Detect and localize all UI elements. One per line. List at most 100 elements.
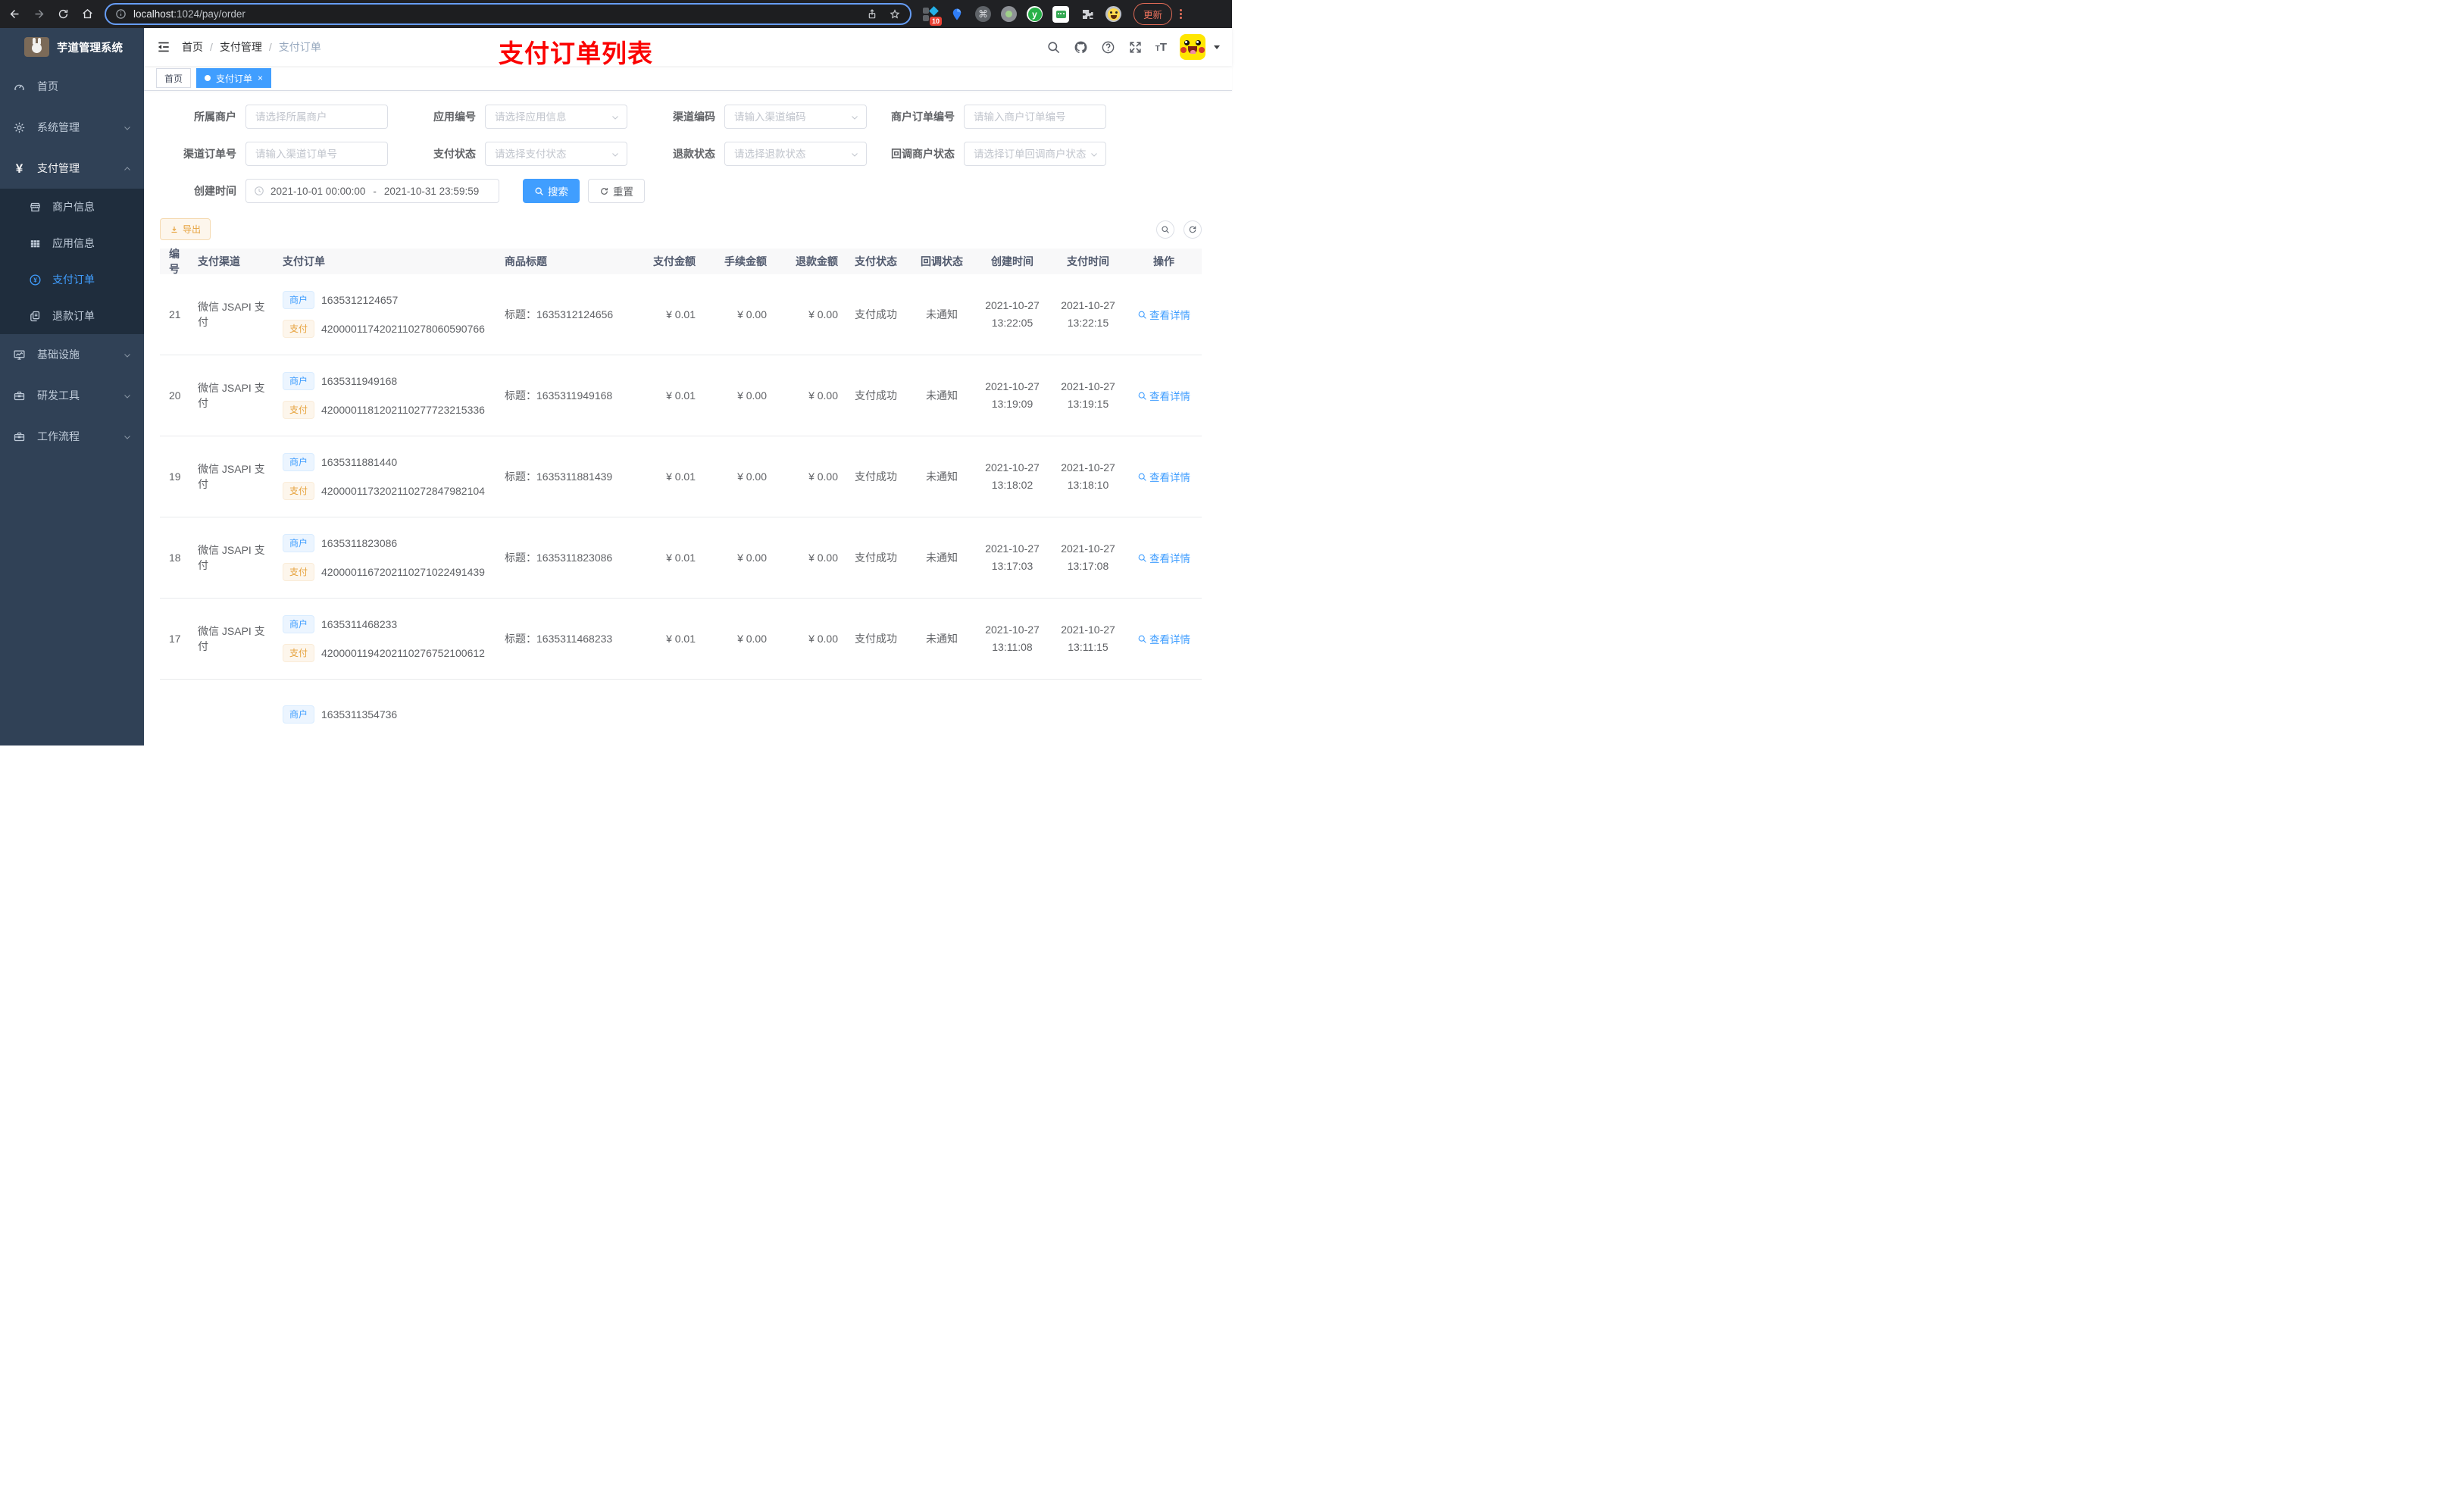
search-button[interactable]: 搜索 — [523, 179, 580, 203]
merchant-order-no-input[interactable] — [964, 105, 1106, 129]
sidebar-item-system[interactable]: 系统管理 — [0, 107, 144, 148]
breadcrumb-payment[interactable]: 支付管理 — [220, 39, 262, 55]
tab-home[interactable]: 首页 — [156, 68, 192, 88]
cell-amount: ¥ 0.01 — [666, 552, 696, 564]
toggle-search-button[interactable] — [1156, 220, 1174, 239]
cell-actions: 查看详情 — [1126, 388, 1202, 403]
filter-label-channel-order-no: 渠道订单号 — [183, 148, 236, 160]
export-button[interactable]: 导出 — [160, 218, 211, 240]
collapse-sidebar-icon[interactable] — [156, 39, 171, 55]
notify-status-field[interactable] — [965, 142, 1105, 165]
top-navbar: 首页 / 支付管理 / 支付订单 支付订单列表 TT — [144, 28, 1232, 67]
channel-order-no-field[interactable] — [246, 142, 387, 165]
sidebar-item-pay-order[interactable]: ¥ 支付订单 — [0, 261, 144, 298]
sidebar-item-refund-order[interactable]: 退款订单 — [0, 298, 144, 334]
pay-status-select[interactable] — [485, 142, 627, 166]
col-header-title: 商品标题 — [505, 255, 547, 267]
refund-status-field[interactable] — [725, 142, 866, 165]
cell-refund: ¥ 0.00 — [808, 633, 838, 645]
col-header-amount: 支付金额 — [653, 255, 696, 267]
url-host: localhost — [133, 8, 174, 20]
browser-menu-icon[interactable] — [1178, 8, 1183, 20]
url-bar[interactable]: localhost:1024/pay/order — [105, 3, 911, 25]
filter-label-create-time: 创建时间 — [194, 185, 236, 197]
fullscreen-icon[interactable] — [1128, 40, 1143, 55]
briefcase-icon — [13, 430, 26, 443]
sidebar-item-merchant-info[interactable]: 商户信息 — [0, 189, 144, 225]
sidebar-item-workflow[interactable]: 工作流程 — [0, 416, 144, 457]
cell-channel: 微信 JSAPI 支付 — [198, 382, 265, 409]
channel-order-no-input[interactable] — [245, 142, 388, 166]
app-select-field[interactable] — [486, 105, 627, 128]
font-size-icon[interactable]: TT — [1155, 41, 1167, 54]
cell-created: 2021-10-27 13:19:09 — [985, 380, 1040, 410]
help-icon[interactable] — [1101, 40, 1115, 55]
merchant-input-field[interactable] — [246, 105, 387, 128]
refresh-button[interactable] — [1184, 220, 1202, 239]
avatar-caret-icon[interactable] — [1214, 45, 1220, 49]
extensions-puzzle-icon[interactable] — [1079, 6, 1096, 23]
cell-paytime: 2021-10-27 13:11:15 — [1061, 624, 1115, 653]
col-header-refund: 退款金额 — [796, 255, 838, 267]
extension-command-icon[interactable]: ⌘ — [975, 6, 991, 22]
pay-no: 4200001194202110276752100612 — [321, 647, 485, 659]
col-header-created: 创建时间 — [991, 255, 1033, 267]
browser-back-icon[interactable] — [8, 8, 21, 21]
update-button[interactable]: 更新 — [1134, 3, 1173, 25]
merchant-order-no-field[interactable] — [965, 105, 1105, 128]
sidebar-item-payment[interactable]: ¥ 支付管理 — [0, 148, 144, 189]
view-detail-link[interactable]: 查看详情 — [1137, 631, 1190, 646]
browser-home-icon[interactable] — [80, 8, 94, 21]
app-logo[interactable]: 芋道管理系统 — [0, 28, 144, 66]
url-path: :1024/pay/order — [174, 8, 245, 20]
col-header-actions: 操作 — [1153, 255, 1174, 267]
share-icon[interactable] — [866, 8, 878, 20]
cell-fee: ¥ 0.00 — [737, 308, 767, 320]
extension-pin-icon[interactable] — [949, 6, 965, 23]
extension-dot-icon[interactable] — [1001, 6, 1017, 22]
reset-button[interactable]: 重置 — [588, 179, 645, 203]
merchant-input[interactable] — [245, 105, 388, 129]
date-separator: - — [373, 185, 377, 197]
browser-forward-icon[interactable] — [32, 8, 45, 21]
cell-actions: 查看详情 — [1126, 631, 1202, 646]
create-time-range-picker[interactable]: 2021-10-01 00:00:00 - 2021-10-31 23:59:5… — [245, 179, 499, 203]
browser-reload-icon[interactable] — [56, 8, 70, 21]
sidebar-item-home[interactable]: 首页 — [0, 66, 144, 107]
extension-y-icon[interactable]: y — [1027, 6, 1043, 22]
channel-code-select[interactable] — [724, 105, 867, 129]
extension-chat-icon[interactable] — [1052, 5, 1069, 23]
notify-status-select[interactable] — [964, 142, 1106, 166]
pay-tag: 支付 — [283, 401, 315, 419]
refund-status-select[interactable] — [724, 142, 867, 166]
sidebar-item-app-info[interactable]: 应用信息 — [0, 225, 144, 261]
date-end: 2021-10-31 23:59:59 — [383, 185, 480, 197]
sidebar-item-dev-tools[interactable]: 研发工具 — [0, 375, 144, 416]
pay-tag: 支付 — [283, 644, 315, 662]
chevron-down-icon — [123, 123, 132, 132]
dashboard-icon — [13, 80, 26, 93]
reset-button-label: 重置 — [613, 186, 633, 198]
view-detail-link[interactable]: 查看详情 — [1137, 550, 1190, 565]
search-icon[interactable] — [1046, 40, 1061, 55]
pay-status-field[interactable] — [486, 142, 627, 165]
view-detail-link[interactable]: 查看详情 — [1137, 469, 1190, 484]
tab-close-icon[interactable]: × — [258, 73, 263, 83]
extension-workflow-icon[interactable]: 10 — [922, 5, 942, 26]
site-info-icon[interactable] — [115, 8, 127, 20]
profile-emoji-icon[interactable] — [1105, 6, 1121, 22]
breadcrumb-home[interactable]: 首页 — [182, 39, 203, 55]
tab-pay-order[interactable]: 支付订单 × — [196, 68, 272, 88]
bookmark-star-icon[interactable] — [889, 8, 901, 20]
channel-code-field[interactable] — [725, 105, 866, 128]
github-icon[interactable] — [1074, 40, 1088, 55]
chevron-down-icon — [123, 391, 132, 400]
cell-actions: 查看详情 — [1126, 550, 1202, 565]
view-detail-link[interactable]: 查看详情 — [1137, 388, 1190, 403]
app-select[interactable] — [485, 105, 627, 129]
cell-actions: 查看详情 — [1126, 307, 1202, 322]
user-avatar[interactable] — [1180, 34, 1205, 60]
view-detail-link[interactable]: 查看详情 — [1137, 307, 1190, 322]
sidebar-item-infra[interactable]: 基础设施 — [0, 334, 144, 375]
cell-created: 2021-10-27 13:11:08 — [985, 624, 1040, 653]
